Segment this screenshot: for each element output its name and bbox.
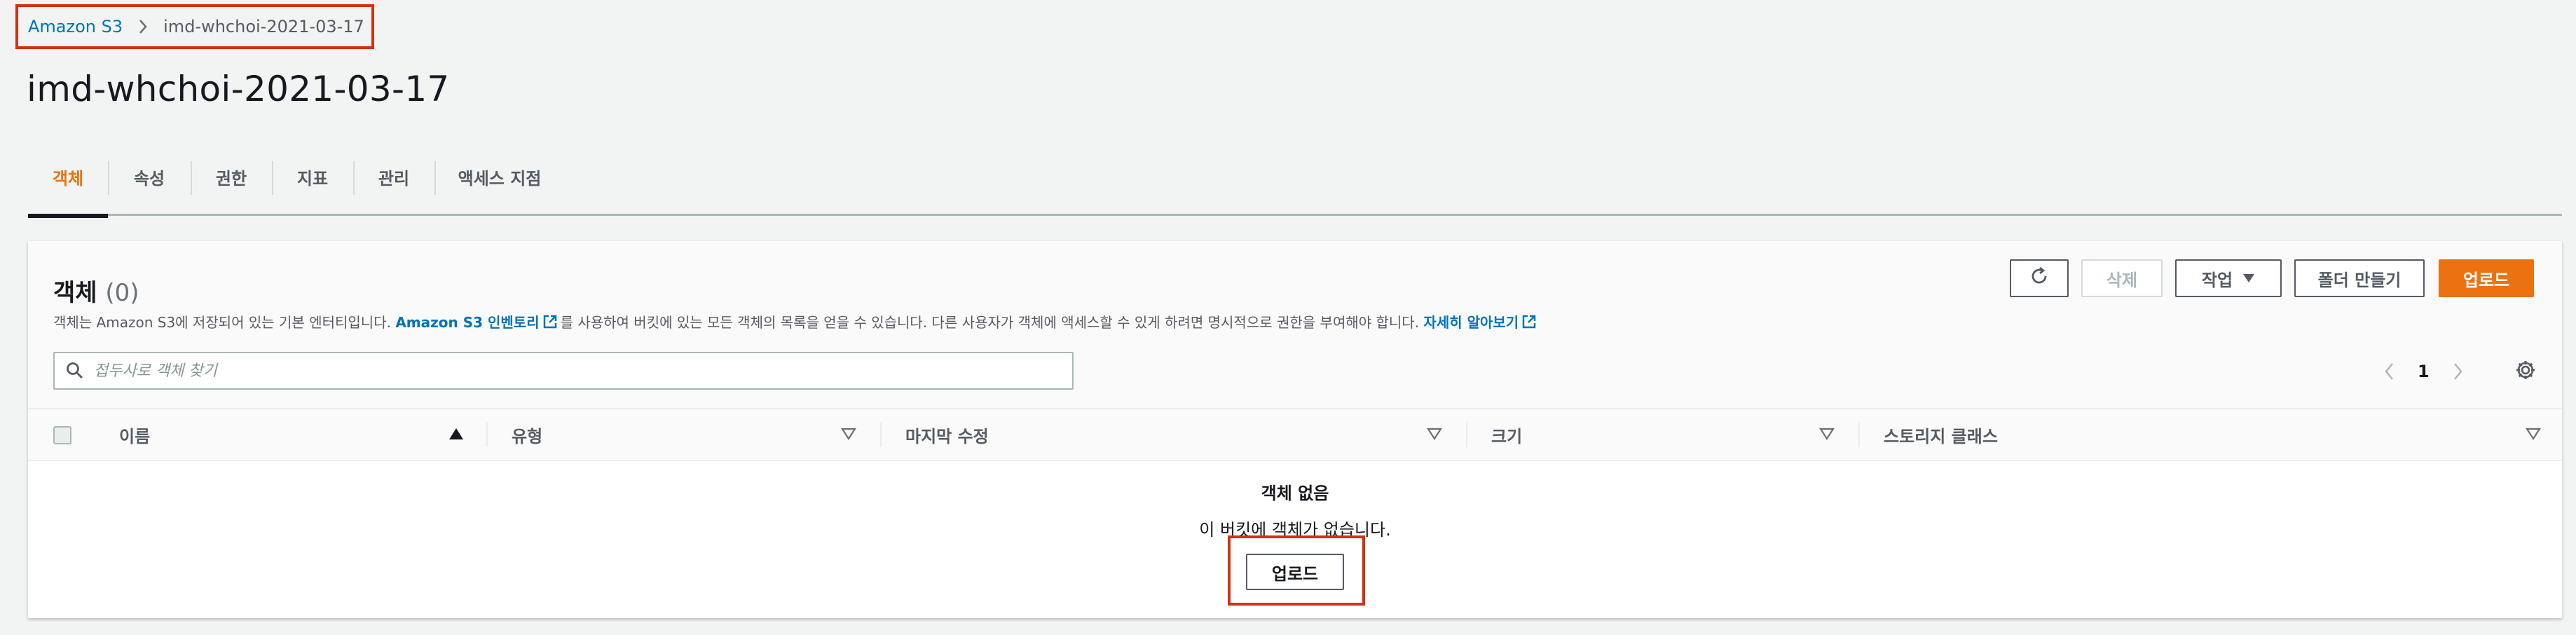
create-folder-button[interactable]: 폴더 만들기 bbox=[2294, 259, 2425, 297]
column-header-name[interactable]: 이름 bbox=[119, 409, 150, 460]
sort-icon[interactable] bbox=[2525, 428, 2542, 443]
tab-permissions[interactable]: 권한 bbox=[191, 158, 272, 216]
empty-state-title: 객체 없음 bbox=[1261, 484, 1329, 503]
tab-bar: 객체 속성 권한 지표 관리 액세스 지점 bbox=[28, 158, 2562, 218]
pagination: 1 bbox=[2383, 356, 2465, 387]
sort-icon[interactable] bbox=[840, 428, 857, 443]
breadcrumb-link-amazon-s3[interactable]: Amazon S3 bbox=[28, 17, 123, 36]
select-all-checkbox[interactable] bbox=[53, 426, 71, 444]
sort-icon[interactable] bbox=[1818, 428, 1835, 443]
breadcrumb: Amazon S3 imd-whchoi-2021-03-17 bbox=[15, 4, 374, 49]
delete-button[interactable]: 삭제 bbox=[2081, 259, 2163, 297]
objects-title: 객체 (0) bbox=[53, 273, 139, 308]
tab-access-points[interactable]: 액세스 지점 bbox=[434, 158, 565, 216]
sort-ascending-icon[interactable] bbox=[448, 428, 464, 443]
external-link-icon bbox=[542, 314, 558, 333]
chevron-right-icon bbox=[138, 19, 148, 34]
inventory-link[interactable]: Amazon S3 인벤토리 bbox=[395, 314, 539, 331]
tab-metrics[interactable]: 지표 bbox=[272, 158, 353, 216]
objects-description: 객체는 Amazon S3에 저장되어 있는 기본 엔터티입니다. Amazon… bbox=[53, 311, 1540, 333]
refresh-button[interactable] bbox=[2010, 259, 2069, 297]
page-number[interactable]: 1 bbox=[2418, 362, 2430, 381]
chevron-right-icon[interactable] bbox=[2451, 361, 2465, 382]
upload-button[interactable]: 업로드 bbox=[2439, 259, 2534, 297]
gear-icon[interactable] bbox=[2514, 359, 2537, 381]
page-title: imd-whchoi-2021-03-17 bbox=[27, 69, 450, 109]
tab-properties[interactable]: 속성 bbox=[108, 158, 191, 216]
tab-objects[interactable]: 객체 bbox=[28, 158, 108, 218]
table-header: 이름 유형 마지막 수정 크기 스토리지 클래스 bbox=[28, 408, 2562, 461]
column-header-storage-class[interactable]: 스토리지 클래스 bbox=[1884, 409, 1998, 460]
refresh-icon bbox=[2029, 266, 2050, 291]
objects-count: (0) bbox=[105, 279, 139, 307]
objects-title-label: 객체 bbox=[53, 279, 97, 307]
objects-panel: 객체 (0) 객체는 Amazon S3에 저장되어 있는 기본 엔터티입니다.… bbox=[28, 241, 2562, 618]
search-input[interactable] bbox=[94, 353, 1072, 388]
learn-more-link[interactable]: 자세히 알아보기 bbox=[1423, 314, 1519, 331]
breadcrumb-current: imd-whchoi-2021-03-17 bbox=[163, 17, 364, 36]
tab-management[interactable]: 관리 bbox=[353, 158, 434, 216]
actions-label: 작업 bbox=[2201, 270, 2233, 290]
search-box bbox=[53, 352, 1074, 390]
caret-down-icon bbox=[2242, 273, 2255, 283]
description-text-1: 객체는 Amazon S3에 저장되어 있는 기본 엔터티입니다. bbox=[53, 314, 396, 331]
search-icon bbox=[66, 362, 84, 380]
column-header-type[interactable]: 유형 bbox=[512, 409, 542, 460]
column-header-last-modified[interactable]: 마지막 수정 bbox=[905, 409, 989, 460]
description-text-2: 를 사용하여 버킷에 있는 모든 객체의 목록을 얻을 수 있습니다. 다른 사… bbox=[560, 314, 1424, 331]
column-header-size[interactable]: 크기 bbox=[1491, 409, 1522, 460]
external-link-icon bbox=[1521, 314, 1537, 333]
chevron-left-icon[interactable] bbox=[2383, 361, 2397, 382]
empty-state-upload-button[interactable]: 업로드 bbox=[1246, 554, 1344, 590]
sort-icon[interactable] bbox=[1426, 428, 1443, 443]
actions-dropdown[interactable]: 작업 bbox=[2175, 259, 2282, 297]
